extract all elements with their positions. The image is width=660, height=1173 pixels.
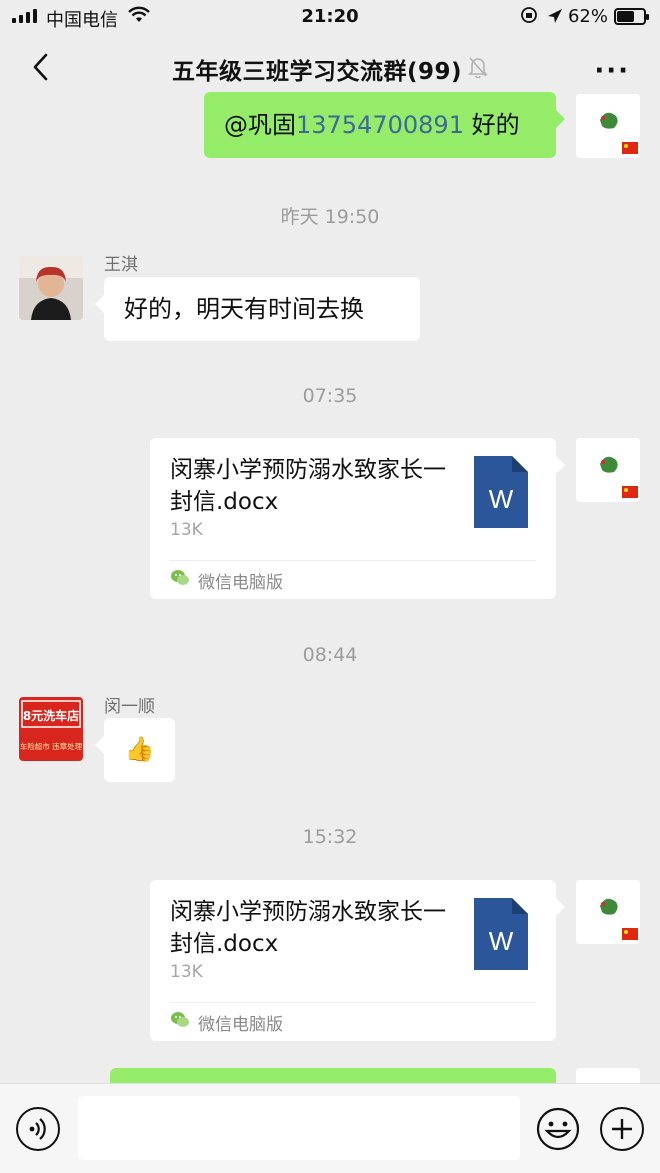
location-icon [520, 6, 564, 28]
file-message-card[interactable]: 闵寨小学预防溺水致家长一封信.docx 13K W 微信电脑版 [150, 438, 565, 599]
input-bar [0, 1083, 660, 1173]
voice-icon[interactable] [16, 1107, 60, 1151]
wechat-pc-icon [170, 1011, 190, 1034]
message-text: 好的，明天有时间去换 [124, 295, 364, 323]
file-source: 微信电脑版 [170, 1010, 283, 1035]
chat-title: 五年级三班学习交流群(99) [0, 52, 660, 86]
status-bar: 中国电信 21:20 62% [0, 0, 660, 34]
self-avatar[interactable] [576, 880, 640, 944]
word-letter: W [489, 926, 514, 956]
message-input[interactable] [78, 1096, 520, 1160]
emoji-bubble[interactable]: 👍 [95, 718, 175, 782]
avatar-text-bottom: 车险超市 违章处理 [20, 741, 83, 751]
divider [170, 560, 536, 561]
timestamp: 07:35 [302, 385, 358, 407]
timestamp: 08:44 [302, 644, 358, 666]
battery-percent: 62% [567, 6, 608, 27]
thumbs-up-icon: 👍 [124, 735, 155, 763]
wechat-pc-icon [170, 569, 190, 592]
message-text: 好的 [463, 111, 520, 139]
file-name: 闵寨小学预防溺水致家长一封信.docx [170, 899, 446, 957]
word-file-icon: W [474, 898, 528, 970]
sender-avatar-wangqi[interactable] [19, 256, 83, 320]
sender-name: 王淇 [104, 255, 138, 275]
file-message-card[interactable]: 闵寨小学预防溺水致家长一封信.docx 13K W 微信电脑版 [150, 880, 565, 1041]
message-bubble-self[interactable]: @巩固13754700891 好的 [204, 92, 565, 158]
chat-title-text: 五年级三班学习交流群(99) [171, 59, 463, 85]
sender-avatar-minyishun[interactable]: 8元洗车店车险超市 违章处理 [19, 697, 83, 761]
timestamp: 昨天 19:50 [280, 206, 380, 228]
mention-prefix: @巩固 [224, 111, 296, 139]
self-avatar[interactable] [576, 94, 640, 158]
bell-off-icon [468, 56, 488, 84]
battery-icon [614, 8, 649, 25]
divider [170, 1002, 536, 1003]
file-source: 微信电脑版 [170, 568, 283, 593]
more-dots-icon[interactable]: ··· [594, 56, 630, 86]
plus-icon[interactable] [600, 1107, 644, 1151]
mention-number[interactable]: 13754700891 [296, 111, 464, 139]
file-source-label: 微信电脑版 [198, 1015, 283, 1035]
file-size: 13K [170, 962, 203, 982]
nav-bar: 五年级三班学习交流群(99) ··· [0, 34, 660, 100]
self-avatar[interactable] [576, 438, 640, 502]
avatar-text-top: 8元洗车店 [23, 708, 79, 723]
message-bubble-other[interactable]: 好的，明天有时间去换 [95, 277, 420, 341]
file-name: 闵寨小学预防溺水致家长一封信.docx [170, 457, 446, 515]
word-file-icon: W [474, 456, 528, 528]
file-size: 13K [170, 520, 203, 540]
sender-name: 闵一顺 [104, 697, 155, 717]
timestamp: 15:32 [302, 826, 358, 848]
word-letter: W [489, 484, 514, 514]
file-source-label: 微信电脑版 [198, 573, 283, 593]
emoji-icon[interactable] [536, 1107, 580, 1151]
